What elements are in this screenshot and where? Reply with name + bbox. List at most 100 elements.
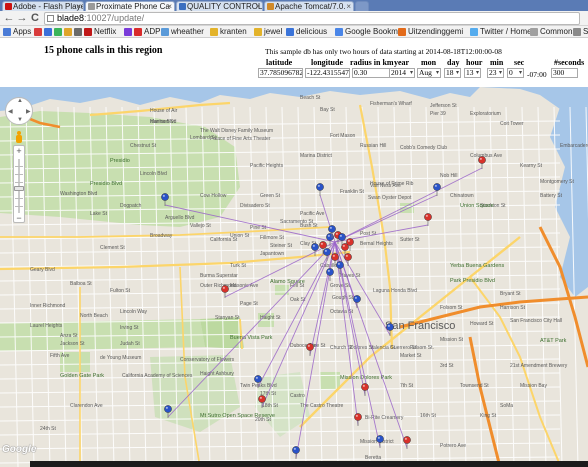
blue-marker-icon[interactable] [323,248,331,261]
close-icon[interactable]: × [76,2,81,11]
bookmark-item[interactable] [124,27,134,37]
minute-header: min [490,58,504,67]
map-label: Anza St [60,333,78,339]
map-label: Outer Richmond [200,283,237,289]
red-marker-icon[interactable] [306,343,314,356]
forward-button[interactable]: → [16,12,28,24]
pan-up-icon[interactable]: ▲ [17,98,23,104]
pan-control[interactable]: ▲ ▼ ◀ ▶ [5,97,33,125]
minute-select[interactable]: 23 [487,68,504,78]
bookmark-item[interactable]: Google Bookm [335,27,398,37]
blue-marker-icon[interactable] [376,435,384,448]
bookmark-item[interactable] [34,27,44,37]
bookmark-label: ADP [144,27,161,36]
bookmark-item[interactable]: jewel [254,27,282,37]
year-select[interactable]: 2014 [389,68,415,78]
month-header: mon [421,58,437,67]
radius-input[interactable]: 0.30 [352,68,392,78]
zoom-slider-knob[interactable] [14,186,24,191]
bookmark-item[interactable]: Sta [573,27,588,37]
pan-left-icon[interactable]: ◀ [8,108,13,115]
second-select[interactable]: 0 [507,68,524,78]
url-path: :10027/update/ [84,13,145,23]
map-label: 16th St [420,413,436,419]
tab-adobe-flash[interactable]: Adobe - Flash Player × [2,1,84,11]
horizontal-scrollbar[interactable] [30,461,588,467]
street-view-pegman-icon[interactable] [14,131,24,145]
blue-marker-icon[interactable] [316,183,324,196]
close-icon[interactable]: × [346,2,351,11]
reload-button[interactable]: C [29,12,41,24]
bookmark-label: Sta [583,27,588,36]
bookmark-item[interactable]: Netflix [84,27,116,37]
map-label: Conservatory of Flowers [180,357,235,363]
map-label: Page St [240,301,258,307]
page-icon [47,15,54,22]
red-marker-icon[interactable] [361,383,369,396]
tab-proximate-phone-calls[interactable]: Proximate Phone Ca × [85,1,175,11]
map[interactable]: Marina Blvd Chestnut St Lombard St Bay St Be… [0,87,588,467]
red-marker-icon[interactable] [403,436,411,449]
blue-marker-icon[interactable] [353,295,361,308]
data-note: This sample db has only two hours of dat… [265,47,502,56]
bookmark-favicon-icon [3,28,11,36]
bookmark-favicon-icon [54,28,62,36]
red-marker-icon[interactable] [478,156,486,169]
map-label: Laurel Heights [30,323,63,329]
bookmark-item[interactable]: Commons [530,27,576,37]
hour-select[interactable]: 13 [464,68,481,78]
red-marker-icon[interactable] [424,213,432,226]
zoom-out-button[interactable]: − [14,213,24,223]
map-label: Broadway [150,233,173,239]
pan-down-icon[interactable]: ▼ [17,117,23,123]
latitude-input[interactable]: 37.78509678227 [258,68,303,78]
month-select[interactable]: Aug [417,68,441,78]
blue-marker-icon[interactable] [433,183,441,196]
longitude-input[interactable]: -122.431554794 [305,68,350,78]
bookmark-label: Netflix [94,27,117,36]
blue-marker-icon[interactable] [326,268,334,281]
tab-quality-control[interactable]: QUALITY CONTROLL × [176,1,263,11]
seconds-input[interactable]: 300 [551,68,578,78]
blue-marker-icon[interactable] [292,446,300,459]
bookmark-item[interactable]: Apps [3,27,31,37]
bookmark-item[interactable] [74,27,84,37]
close-icon[interactable]: × [255,2,260,11]
map-label: Nob Hill [440,173,458,179]
map-label: Burma Superstar [200,273,238,279]
adobe-icon [5,3,12,10]
address-bar[interactable]: blade8:10027/update/ [44,12,580,25]
page-icon [179,3,186,10]
bookmark-item[interactable] [44,27,54,37]
tab-apache-tomcat[interactable]: Apache Tomcat/7.0. × [264,1,354,11]
bookmark-favicon-icon [84,28,92,36]
year-header: year [394,58,410,67]
map-label: Cobb's Comedy Club [400,145,447,151]
bookmark-item[interactable]: Twitter / Home [470,27,532,37]
bookmark-item[interactable] [64,27,74,37]
bookmark-item[interactable]: wheather [161,27,204,37]
bookmark-favicon-icon [573,28,581,36]
bookmark-item[interactable]: kranten [210,27,247,37]
bookmark-item[interactable] [54,27,64,37]
map-label: Franklin St [340,189,365,195]
latitude-header: latitude [266,58,293,67]
second-header: sec [514,58,525,67]
map-label: Bryant St [500,291,521,297]
back-button[interactable]: ← [3,12,15,24]
bookmark-item[interactable]: ADP [134,27,160,37]
new-tab-button[interactable] [355,1,369,11]
zoom-in-button[interactable]: + [14,146,24,156]
bookmark-item[interactable]: Uitzendinggemi [398,27,463,37]
dolores-park [320,372,340,390]
map-label: Columbus Ave [470,153,502,159]
day-select[interactable]: 18 [444,68,461,78]
red-marker-icon[interactable] [344,253,352,266]
close-icon[interactable]: × [167,2,172,11]
bookmark-item[interactable]: delicious [286,27,327,37]
red-marker-icon[interactable] [354,413,362,426]
map-canvas[interactable]: Marina BlvdChestnut StLombard StBay StBe… [0,87,588,467]
pan-right-icon[interactable]: ▶ [26,108,31,115]
map-label: Sutter St [400,237,420,243]
map-label: Judah St [120,341,140,347]
